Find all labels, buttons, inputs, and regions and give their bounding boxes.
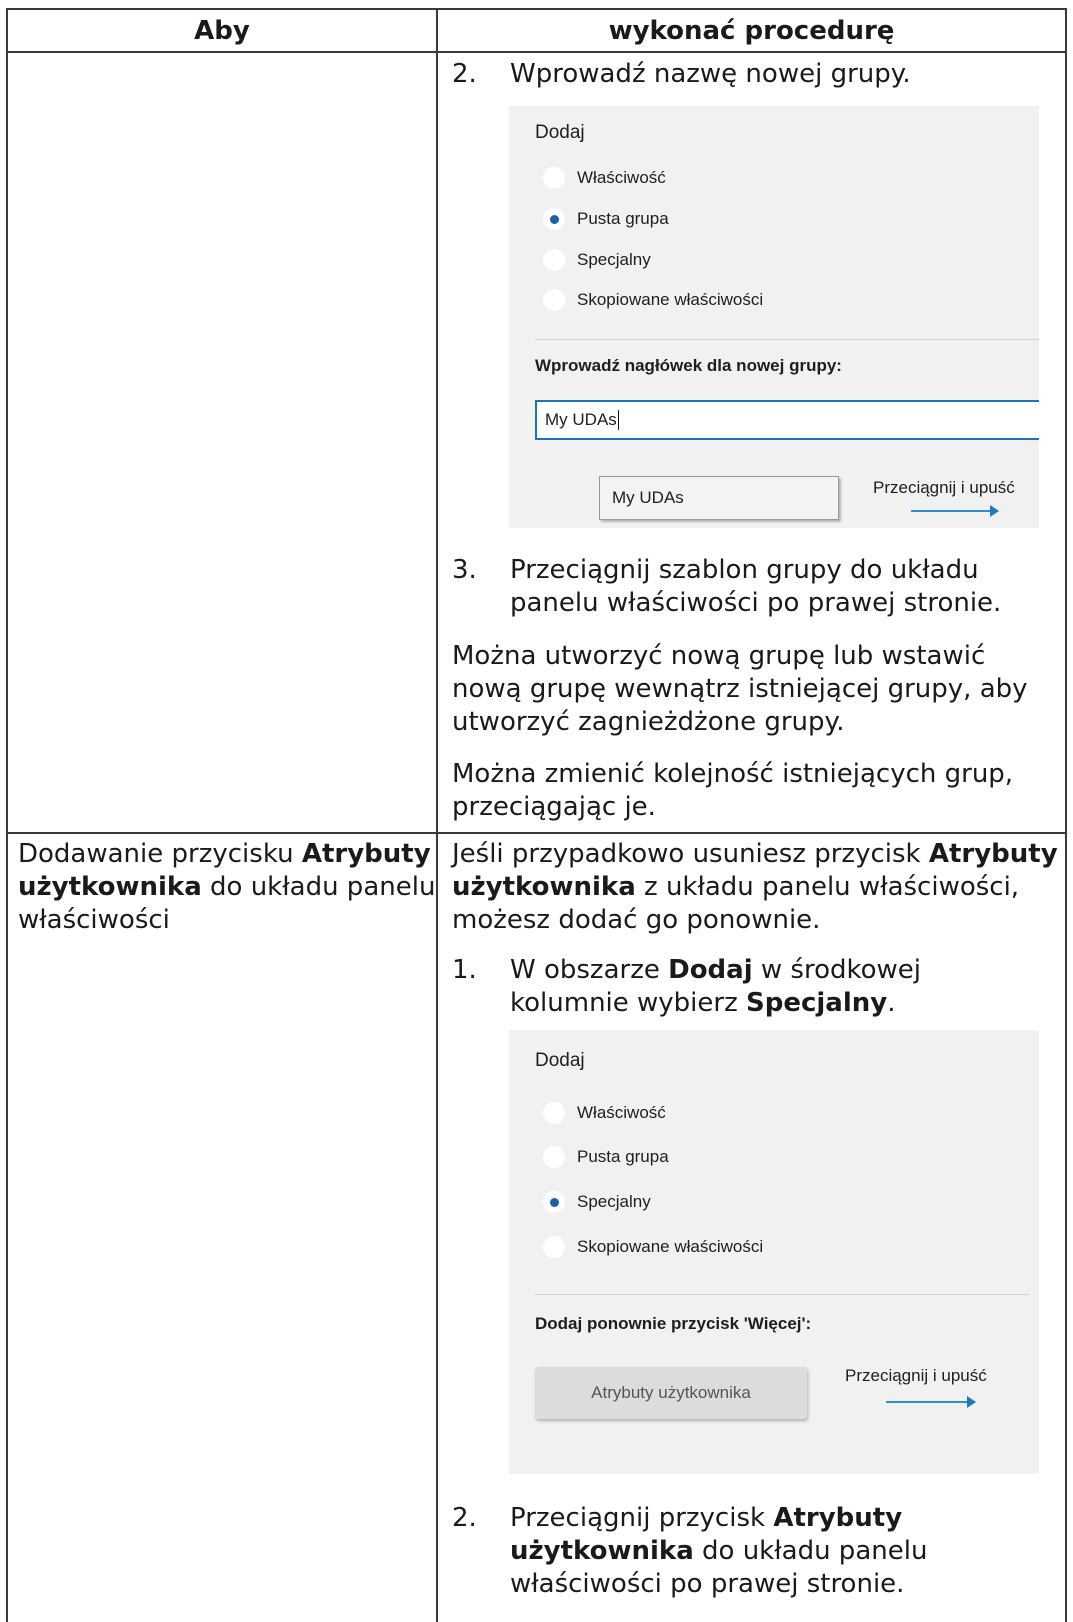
- row-separator: [6, 832, 1067, 834]
- radio-specjalny[interactable]: Specjalny: [543, 1191, 651, 1213]
- radio-button[interactable]: [543, 289, 565, 311]
- user-attributes-button[interactable]: Atrybuty użytkownika: [535, 1367, 807, 1419]
- table-border-left: [6, 8, 8, 1622]
- table-border-top: [6, 8, 1067, 10]
- radio-label: Skopiowane właściwości: [577, 290, 764, 309]
- bold-segment: Dodaj: [668, 955, 753, 985]
- drag-arrow-line: [886, 1401, 968, 1403]
- procedure-table: Aby wykonać procedurę 2. Wprowadź nazwę …: [6, 8, 1067, 1622]
- special-button-screenshot: Dodaj Właściwość Pusta grupa Specjalny S…: [509, 1030, 1039, 1474]
- text-segment: Dodawanie przycisku: [18, 839, 302, 869]
- radio-label: Skopiowane właściwości: [577, 1237, 764, 1256]
- radio-label: Właściwość: [577, 1103, 666, 1122]
- text-segment: .: [887, 988, 896, 1018]
- step-number: 2.: [452, 59, 477, 89]
- drag-drop-label: Przeciągnij i upuść: [845, 1366, 987, 1385]
- drag-arrow-line: [911, 510, 991, 512]
- radio-button[interactable]: [543, 167, 565, 189]
- task-description: Dodawanie przycisku Atrybuty użytkownika…: [18, 838, 436, 937]
- text-caret: [617, 410, 619, 430]
- group-heading-input[interactable]: My UDAs: [535, 400, 1039, 440]
- arrow-right-icon: [990, 505, 999, 517]
- bold-segment: Specjalny: [746, 988, 888, 1018]
- step-text: Przeciągnij szablon grupy do układu pane…: [510, 555, 1002, 618]
- radio-dot: [549, 1197, 559, 1207]
- input-value: My UDAs: [545, 410, 617, 429]
- radio-pusta-grupa[interactable]: Pusta grupa: [543, 1146, 669, 1168]
- radio-button-selected[interactable]: [543, 208, 565, 230]
- column-separator: [436, 8, 438, 1622]
- radio-label: Właściwość: [577, 168, 666, 187]
- header-separator: [6, 51, 1067, 53]
- header-aby: Aby: [194, 16, 250, 46]
- dodaj-title: Dodaj: [535, 122, 585, 143]
- text-segment: Jeśli przypadkowo usuniesz przycisk: [452, 839, 929, 869]
- step-text: Wprowadź nazwę nowej grupy.: [510, 59, 911, 89]
- step-text: W obszarze Dodaj w środkowej kolumnie wy…: [510, 954, 1010, 1020]
- add-group-screenshot: Dodaj Właściwość Pusta grupa Specjalny S…: [509, 106, 1039, 528]
- header-procedure: wykonać procedurę: [608, 16, 895, 46]
- more-button-label: Dodaj ponownie przycisk 'Więcej':: [535, 1314, 812, 1333]
- radio-button[interactable]: [543, 1236, 565, 1258]
- dodaj-title: Dodaj: [535, 1050, 585, 1071]
- separator: [535, 1294, 1029, 1295]
- paragraph: Można zmienić kolejność istniejących gru…: [452, 759, 1014, 822]
- radio-label: Pusta grupa: [577, 1147, 669, 1166]
- radio-wlasciwosc[interactable]: Właściwość: [543, 167, 666, 189]
- radio-label: Specjalny: [577, 250, 651, 269]
- radio-button[interactable]: [543, 1146, 565, 1168]
- radio-button[interactable]: [543, 1102, 565, 1124]
- radio-label: Specjalny: [577, 1192, 651, 1211]
- step-number: 3.: [452, 555, 477, 585]
- radio-wlasciwosc[interactable]: Właściwość: [543, 1102, 666, 1124]
- step-number: 2.: [452, 1503, 477, 1533]
- group-template[interactable]: My UDAs: [599, 476, 839, 520]
- paragraph: Można utworzyć nową grupę lub wstawić no…: [452, 641, 1028, 737]
- step-text: Przeciągnij przycisk Atrybuty użytkownik…: [510, 1502, 990, 1601]
- radio-button-selected[interactable]: [543, 1191, 565, 1213]
- drag-drop-label: Przeciągnij i upuść: [873, 478, 1015, 497]
- radio-skopiowane[interactable]: Skopiowane właściwości: [543, 289, 763, 311]
- group-heading-label: Wprowadź nagłówek dla nowej grupy:: [535, 356, 842, 375]
- arrow-right-icon: [967, 1396, 976, 1408]
- radio-skopiowane[interactable]: Skopiowane właściwości: [543, 1236, 763, 1258]
- radio-dot: [549, 214, 559, 224]
- intro-paragraph: Jeśli przypadkowo usuniesz przycisk Atry…: [452, 838, 1064, 937]
- text-segment: W obszarze: [510, 955, 669, 985]
- table-border-right: [1065, 8, 1067, 1622]
- radio-label: Pusta grupa: [577, 209, 669, 228]
- radio-pusta-grupa[interactable]: Pusta grupa: [543, 208, 669, 230]
- radio-button[interactable]: [543, 249, 565, 271]
- radio-specjalny[interactable]: Specjalny: [543, 249, 651, 271]
- text-segment: Przeciągnij przycisk: [510, 1503, 774, 1533]
- separator: [535, 339, 1039, 340]
- step-number: 1.: [452, 955, 477, 985]
